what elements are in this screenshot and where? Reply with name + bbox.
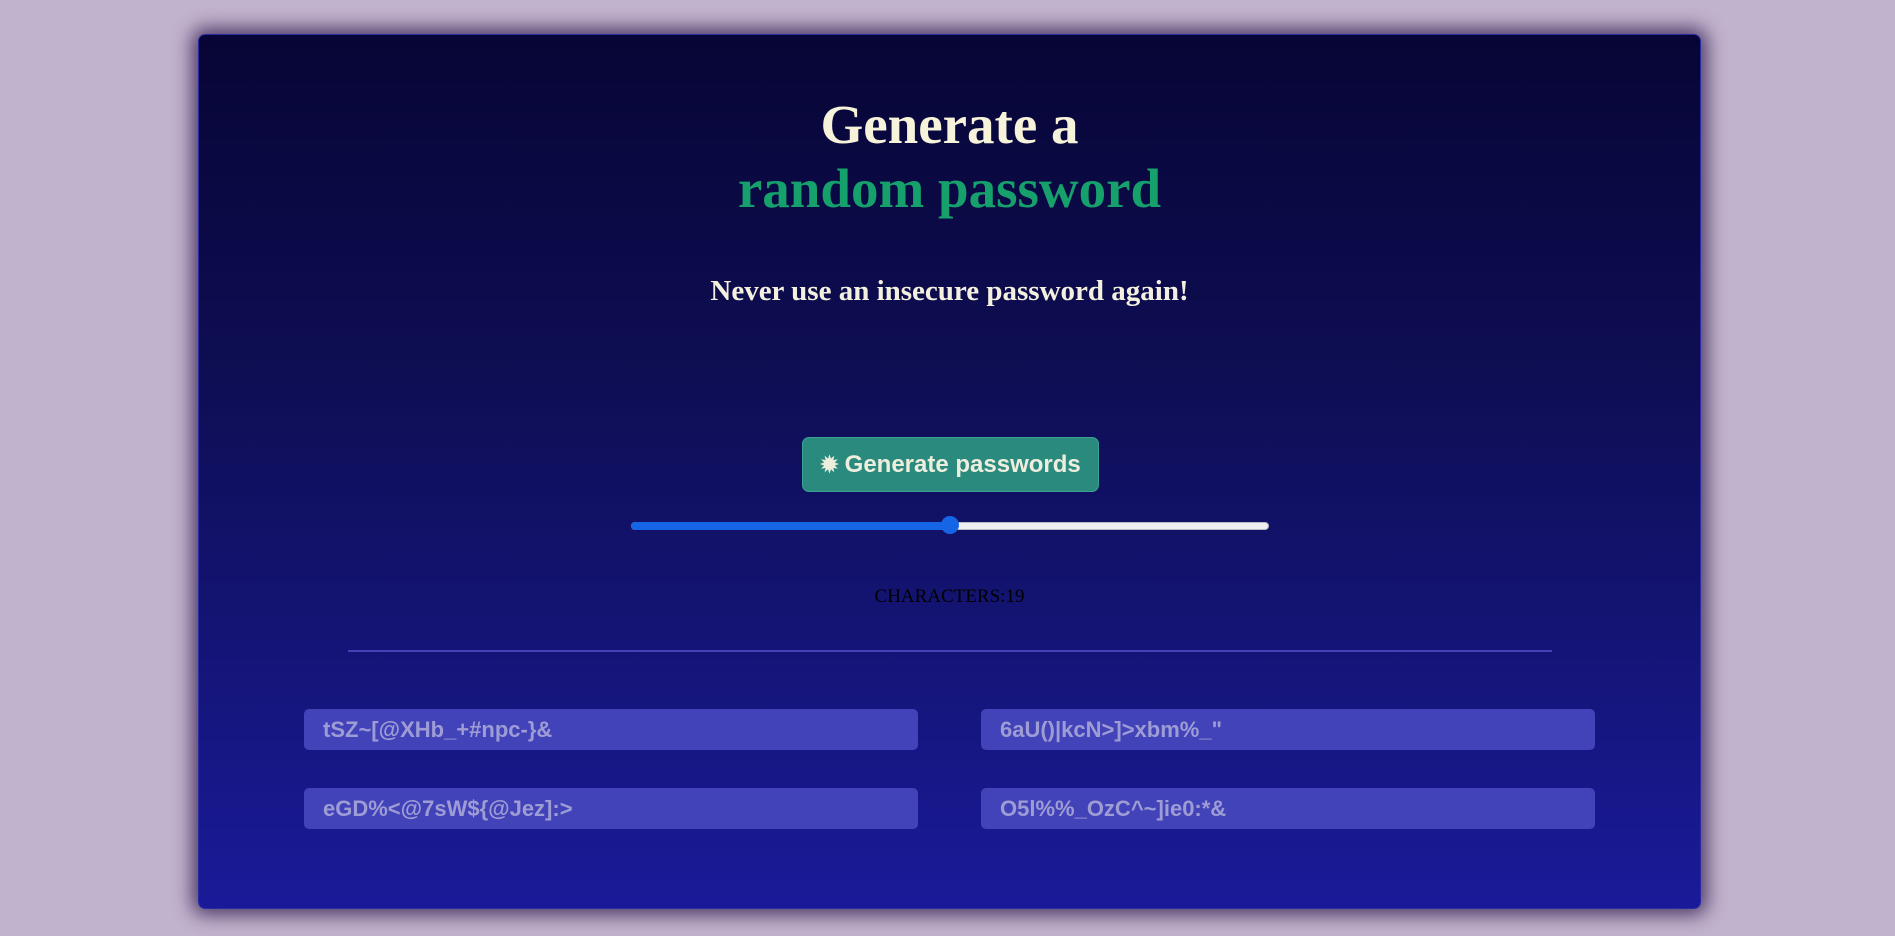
password-output-2[interactable]: 6aU()|kcN>]>xbm%_" (981, 709, 1595, 750)
password-generator-card: Generate a random password Never use an … (198, 34, 1701, 909)
generate-passwords-button[interactable]: ✹ Generate passwords (802, 437, 1099, 492)
generate-button-label: Generate passwords (844, 450, 1081, 478)
length-slider[interactable] (631, 516, 1269, 534)
page-title: Generate a (820, 94, 1079, 155)
asterisk-icon: ✹ (820, 451, 839, 477)
password-output-4[interactable]: O5l%%_OzC^~]ie0:*& (981, 788, 1595, 829)
slider-fill (631, 522, 950, 530)
divider (348, 650, 1552, 652)
password-output-3[interactable]: eGD%<@7sW${@Jez]:> (304, 788, 918, 829)
characters-count-label: CHARACTERS:19 (874, 586, 1025, 607)
page-subtitle: Never use an insecure password again! (710, 275, 1189, 307)
page-title-highlight: random password (737, 158, 1162, 219)
slider-thumb[interactable] (941, 516, 959, 534)
password-output-1[interactable]: tSZ~[@XHb_+#npc-}& (304, 709, 918, 750)
